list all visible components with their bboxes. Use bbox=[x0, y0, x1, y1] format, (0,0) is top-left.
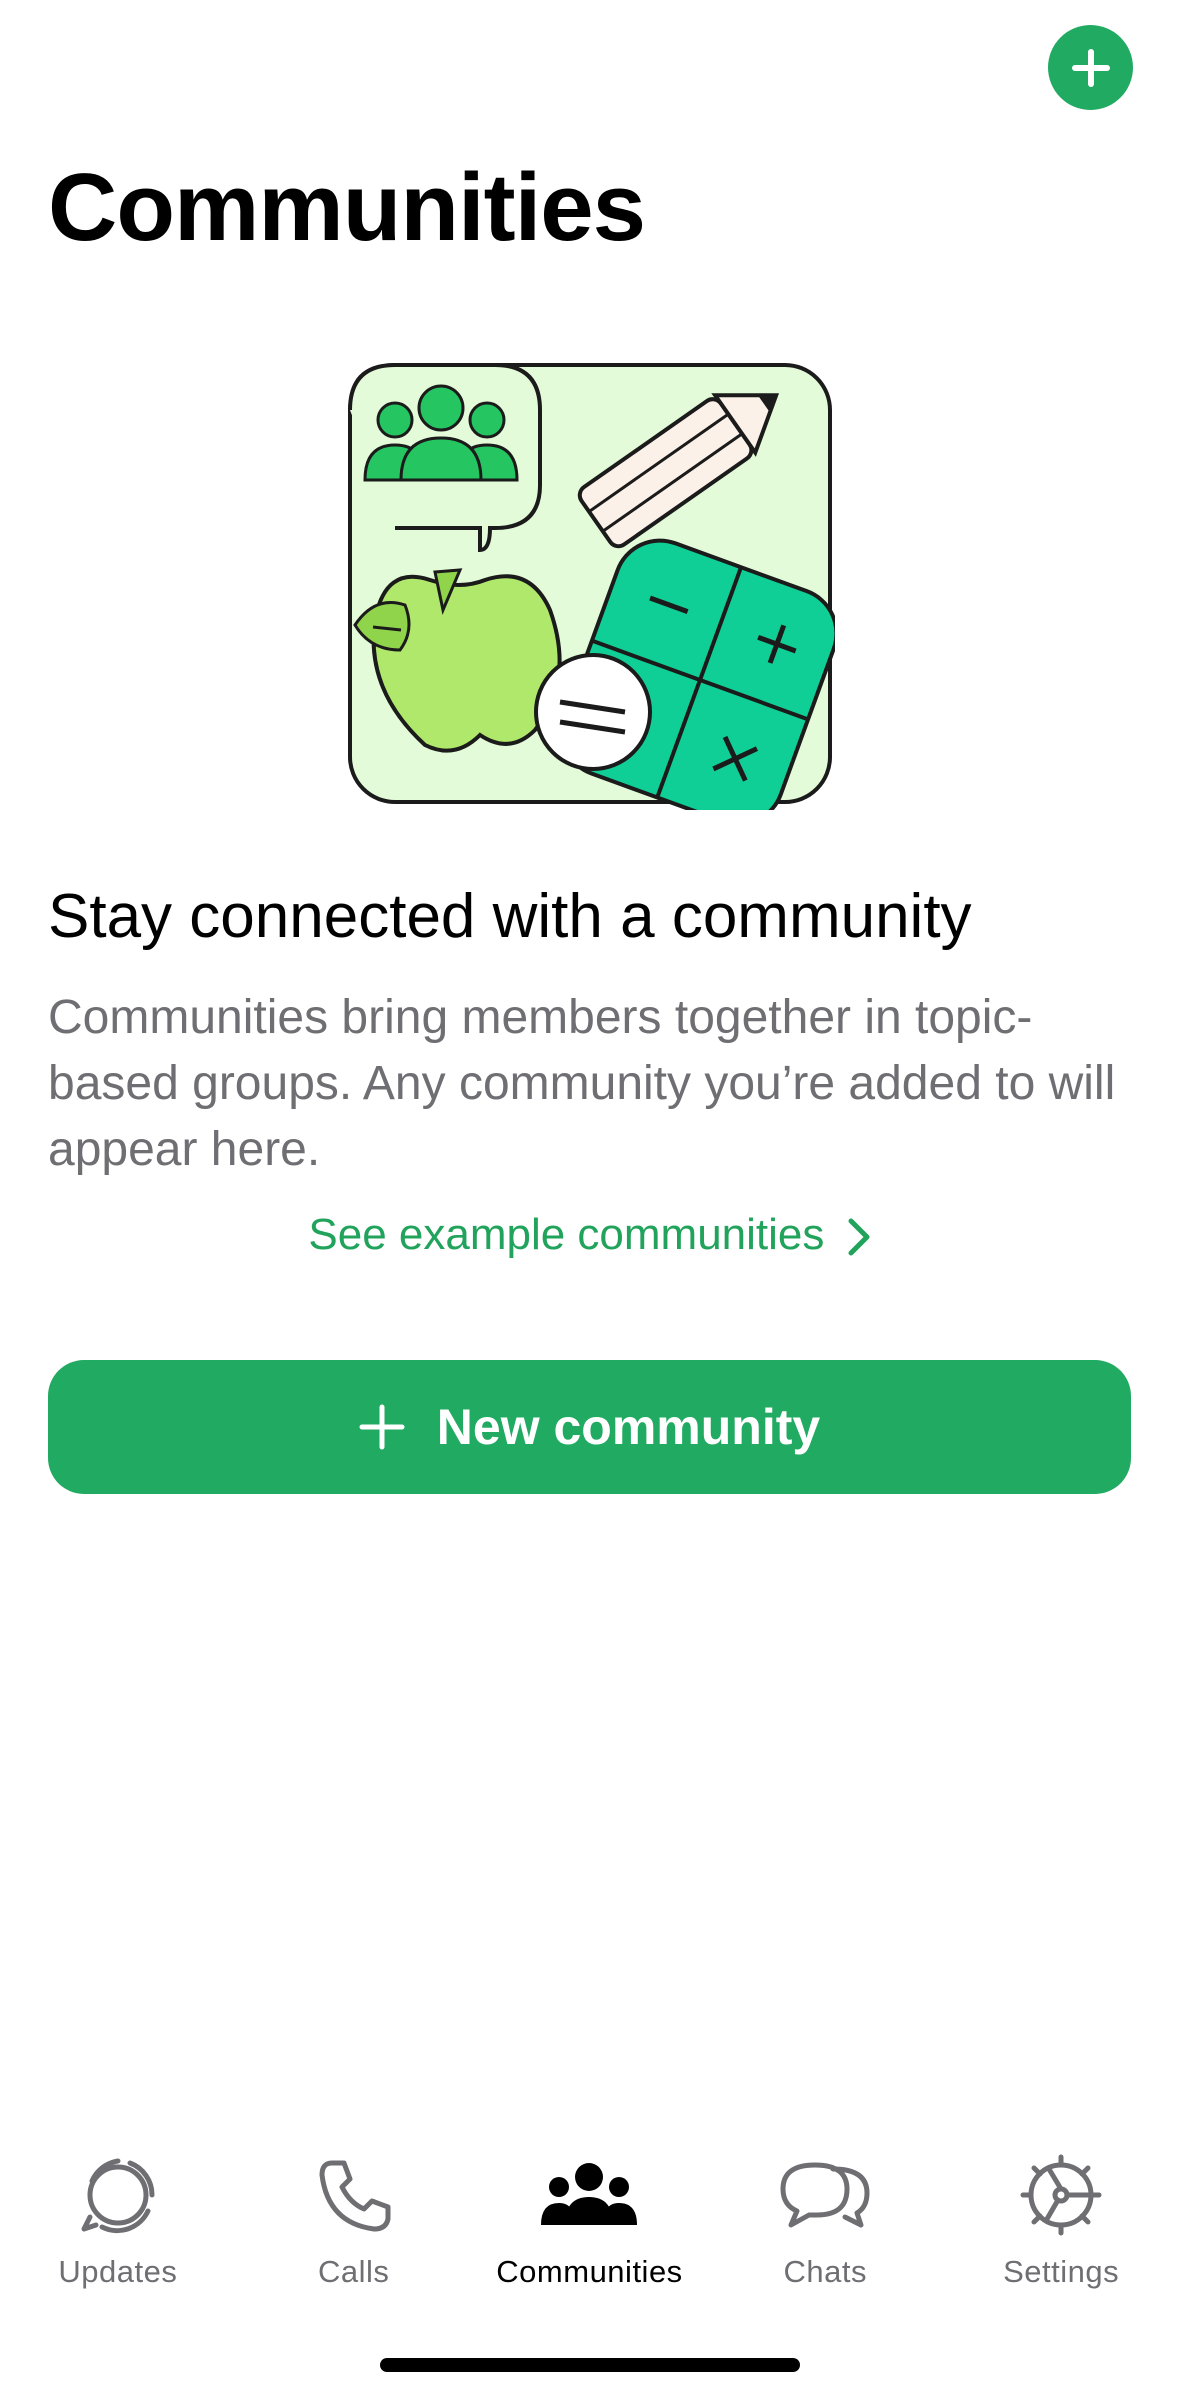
phone-icon bbox=[319, 2160, 391, 2232]
empty-state-headline: Stay connected with a community bbox=[48, 882, 972, 951]
tab-label: Calls bbox=[317, 2254, 390, 2289]
tab-calls[interactable]: Calls bbox=[236, 2150, 472, 2300]
tab-label: Updates bbox=[58, 2254, 178, 2289]
tab-label: Settings bbox=[1003, 2254, 1120, 2289]
plus-icon bbox=[359, 1404, 405, 1450]
tab-label: Chats bbox=[783, 2254, 868, 2289]
tab-settings[interactable]: Settings bbox=[943, 2150, 1179, 2300]
page-title: Communities bbox=[48, 154, 646, 261]
chevron-right-icon bbox=[848, 1218, 870, 1256]
new-community-fab-button[interactable] bbox=[1048, 25, 1133, 110]
home-indicator bbox=[380, 2358, 800, 2372]
tab-updates[interactable]: Updates bbox=[0, 2150, 236, 2300]
new-community-button[interactable]: New community bbox=[48, 1360, 1131, 1494]
empty-state-description: Communities bring members together in to… bbox=[48, 991, 1116, 1176]
tab-label: Communities bbox=[496, 2254, 683, 2289]
see-example-communities-label: See example communities bbox=[308, 1210, 825, 1259]
communities-illustration bbox=[348, 363, 835, 810]
updates-icon bbox=[81, 2158, 155, 2234]
tab-chats[interactable]: Chats bbox=[707, 2150, 943, 2300]
plus-icon bbox=[1071, 48, 1110, 87]
new-community-label: New community bbox=[436, 1399, 821, 1455]
communities-icon bbox=[541, 2163, 638, 2225]
see-example-communities-link[interactable]: See example communities bbox=[0, 1205, 1179, 1265]
chats-icon bbox=[780, 2162, 870, 2228]
tab-bar: Updates Calls Communities Chats Settings bbox=[0, 2150, 1179, 2300]
gear-icon bbox=[1020, 2154, 1102, 2236]
tab-communities[interactable]: Communities bbox=[472, 2150, 708, 2300]
